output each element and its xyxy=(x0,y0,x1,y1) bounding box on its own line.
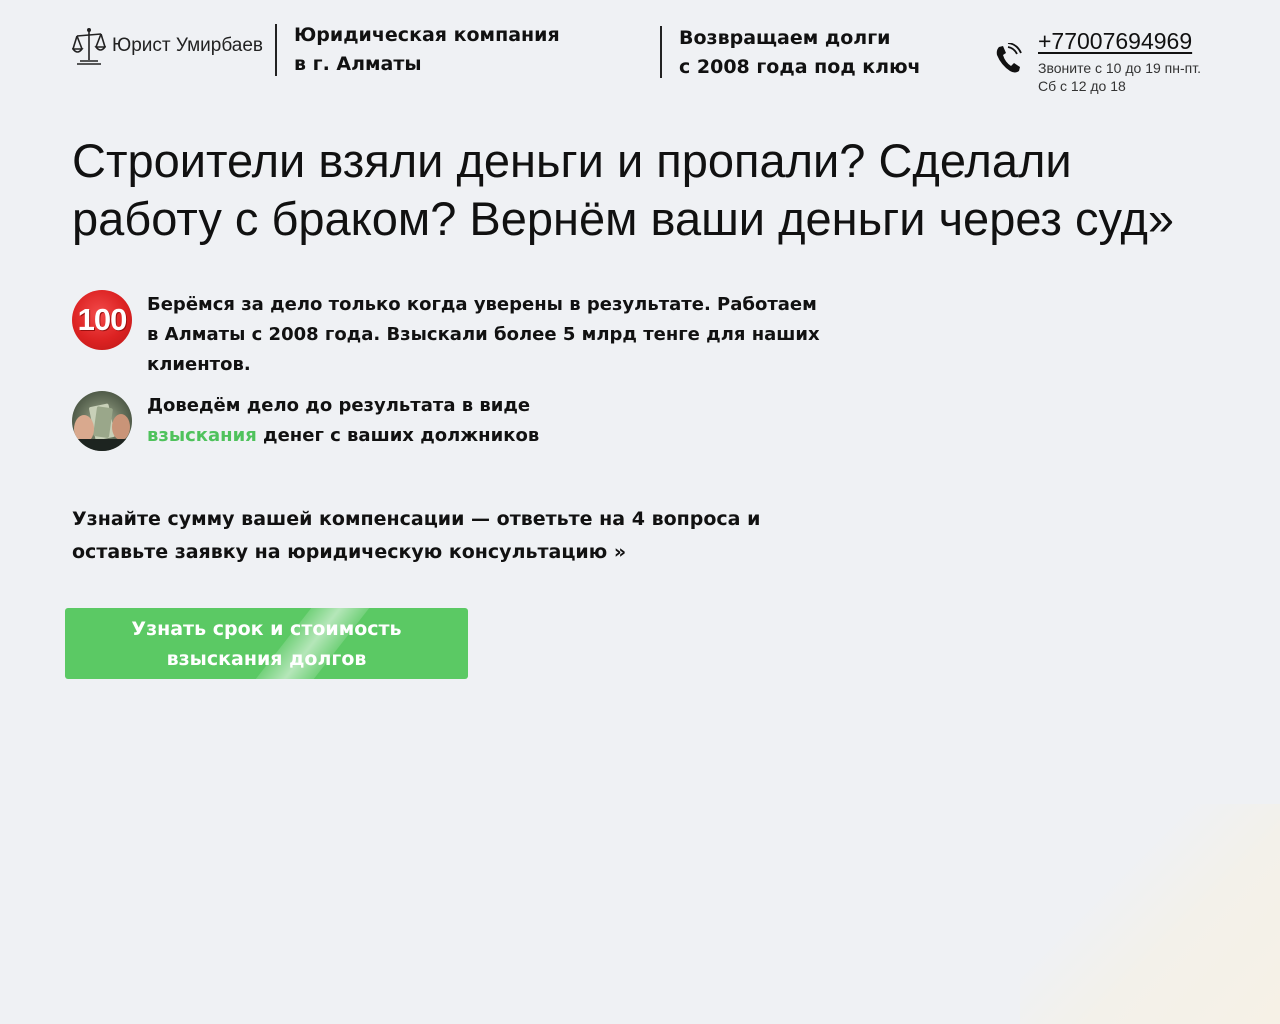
phone-link[interactable]: +77007694969 xyxy=(1038,28,1192,55)
feature-guarantee: 100 Берёмся за дело только когда уверены… xyxy=(72,290,820,380)
company-tagline: Юридическая компания в г. Алматы xyxy=(294,21,560,79)
cta-line-1: Узнайте сумму вашей компенсации — ответь… xyxy=(72,508,761,530)
company-line-1: Юридическая компания xyxy=(294,24,560,46)
feature-result-text: Доведём дело до результата в виде взыска… xyxy=(147,391,539,451)
feature-line: Берёмся за дело только когда уверены в р… xyxy=(147,294,817,315)
money-hands-image xyxy=(72,403,132,451)
feature-line-rest: денег с ваших должников xyxy=(256,425,540,446)
logo[interactable]: Юрист Умирбаев xyxy=(72,26,263,66)
page-headline: Строители взяли деньги и пропали? Сделал… xyxy=(72,132,1232,248)
accent-word: взыскания xyxy=(147,425,257,446)
hours-weekdays: Звоните с 10 до 19 пн-пт. xyxy=(1038,60,1201,76)
feature-line: клиентов. xyxy=(147,354,251,375)
slogan: Возвращаем долги с 2008 года под ключ xyxy=(679,24,921,82)
site-header: Юрист Умирбаев Юридическая компания в г.… xyxy=(0,0,1280,110)
header-divider xyxy=(660,26,662,78)
cta-line-2: оставьте заявку на юридическую консульта… xyxy=(72,541,627,563)
background-decoration xyxy=(1020,804,1280,1024)
button-label-line-2: взыскания долгов xyxy=(166,647,367,670)
feature-line: Доведём дело до результата в виде xyxy=(147,395,531,416)
company-line-2: в г. Алматы xyxy=(294,53,422,75)
feature-line: в Алматы с 2008 года. Взыскали более 5 м… xyxy=(147,324,820,345)
feature-guarantee-text: Берёмся за дело только когда уверены в р… xyxy=(147,290,820,380)
cta-description: Узнайте сумму вашей компенсации — ответь… xyxy=(72,503,792,569)
logo-text: Юрист Умирбаев xyxy=(112,35,263,56)
money-hands-icon xyxy=(72,391,132,451)
button-label: Узнать срок и стоимость взыскания долгов xyxy=(117,614,417,674)
scales-icon xyxy=(72,28,106,65)
100-badge-icon: 100 xyxy=(72,290,132,350)
headline-line-1: Строители взяли деньги и пропали? Сделал… xyxy=(72,134,1072,187)
phone-icon xyxy=(996,43,1022,73)
slogan-line-1: Возвращаем долги xyxy=(679,27,891,49)
badge-text: 100 xyxy=(77,302,128,337)
headline-line-2: работу с браком? Вернём ваши деньги чере… xyxy=(72,192,1175,245)
get-quote-button[interactable]: Узнать срок и стоимость взыскания долгов xyxy=(65,608,468,679)
slogan-line-2: с 2008 года под ключ xyxy=(679,56,921,78)
working-hours: Звоните с 10 до 19 пн-пт. Сб с 12 до 18 xyxy=(1038,59,1201,95)
feature-line: взыскания денег с ваших должников xyxy=(147,421,539,451)
feature-result: Доведём дело до результата в виде взыска… xyxy=(72,391,539,451)
header-divider xyxy=(275,24,277,76)
button-label-line-1: Узнать срок и стоимость xyxy=(131,617,402,640)
hours-saturday: Сб с 12 до 18 xyxy=(1038,78,1126,94)
